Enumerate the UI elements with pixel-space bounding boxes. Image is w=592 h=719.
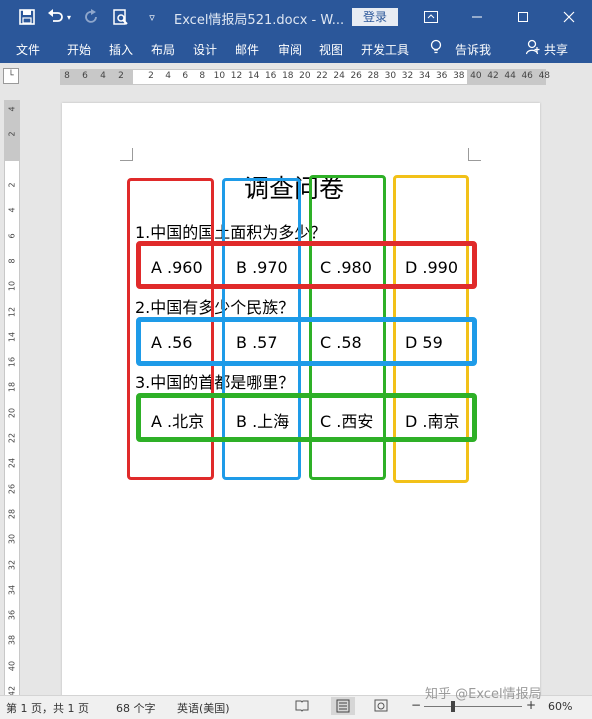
ruler-tick-label: 34 [418,71,431,81]
ruler-tick-label: 4 [7,207,17,213]
ruler-tick-label: 2 [118,71,124,81]
document-content[interactable]: 调查问卷 1.中国的国土面积为多少？ A .960 B .970 C .980 … [62,103,540,703]
ruler-tick-label: 12 [7,306,17,317]
tab-developer[interactable]: 开发工具 [361,41,409,58]
ruler-tick-label: 36 [435,71,448,81]
document-page[interactable]: 调查问卷 1.中国的国土面积为多少？ A .960 B .970 C .980 … [62,103,540,703]
ruler-tick-label: 14 [247,71,260,81]
ruler-tick-label: 4 [7,106,17,112]
document-title: Excel情报局521.docx - W... [174,13,345,28]
share-button[interactable]: 共享 [544,41,568,58]
ruler-tick-label: 20 [7,407,17,418]
ruler-tick-label: 30 [7,534,17,545]
ruler-tick-label: 46 [521,71,533,81]
tab-review[interactable]: 审阅 [278,41,302,58]
horizontal-ruler[interactable]: 8 6 4 2 2 4 6 8 10 12 14 16 18 20 22 24 26 28 30 32 34 36 38 40… [60,69,550,85]
ruler-tick-label: 14 [7,331,17,342]
zoom-out-icon[interactable]: − [411,698,421,712]
ruler-tick-label: 48 [538,71,551,81]
zoom-slider-track[interactable] [424,701,522,712]
undo-dropdown-icon[interactable]: ▾ [64,7,74,27]
customize-toolbar-icon[interactable]: ▿ [142,7,162,27]
ruler-tick-label: 34 [7,584,17,595]
maximize-icon[interactable] [511,6,535,28]
ruler-tick-label: 24 [7,458,17,469]
ruler-tick-label: 10 [213,71,226,81]
ruler-tick-label: 28 [7,508,17,519]
ruler-tick-label: 2 [148,71,154,81]
ruler-tick-label: 42 [487,71,499,81]
ruler-tick-label: 32 [7,559,17,570]
vertical-ruler[interactable]: 4 2 2 4 6 8 10 12 14 16 18 20 22 24 26 28 30 32 34 36 38 40 42 [4,100,20,696]
ruler-tick-label: 4 [100,71,106,81]
ruler-tick-label: 2 [7,182,17,188]
ruler-tick-label: 2 [7,131,17,137]
row-1-highlight-box [136,241,477,289]
ruler-tick-label: 26 [350,71,362,81]
tab-insert[interactable]: 插入 [109,41,133,58]
ruler-tick-label: 40 [470,71,482,81]
print-layout-icon[interactable] [331,697,355,715]
watermark: 知乎 @Excel情报局 [425,687,542,702]
ruler-tick-label: 32 [401,71,414,81]
tab-view[interactable]: 视图 [319,41,343,58]
web-layout-icon[interactable] [374,699,388,715]
login-button[interactable]: 登录 [352,8,398,26]
print-preview-icon[interactable] [111,7,131,27]
word-count[interactable]: 68 个字 [116,700,156,716]
zoom-slider-thumb[interactable] [451,701,456,712]
ruler-tick-label: 6 [7,233,17,239]
title-bar: ▾ ▿ Excel情报局521.docx - W... 登录 [0,0,592,34]
tab-layout[interactable]: 布局 [151,41,175,58]
ribbon-tabs: 文件 开始 插入 布局 设计 邮件 审阅 视图 开发工具 告诉我 共享 [0,34,592,63]
ruler-tick-label: 28 [367,71,380,81]
ruler-bar: └ 8 6 4 2 2 4 6 8 10 12 14 16 18 20 22 24 26 28 30 32 34 36 38… [0,63,592,89]
ruler-tick-label: 24 [333,71,345,81]
close-icon[interactable] [557,6,581,28]
ruler-tick-label: 20 [299,71,311,81]
tab-design[interactable]: 设计 [193,41,217,58]
user-icon[interactable] [525,39,540,58]
ruler-tick-label: 30 [384,71,397,81]
ruler-tick-label: 6 [182,71,189,81]
row-2-highlight-box [136,317,477,366]
lightbulb-icon[interactable] [430,39,442,58]
ruler-tick-label: 40 [7,660,17,671]
ruler-tick-label: 8 [64,71,70,81]
ruler-tick-label: 8 [7,258,17,264]
redo-icon[interactable] [82,7,102,27]
minimize-icon[interactable] [465,6,489,28]
ruler-tick-label: 38 [453,71,465,81]
tab-file[interactable]: 文件 [16,41,40,58]
undo-icon[interactable] [46,7,66,27]
ruler-tick-label: 18 [7,382,17,393]
ruler-tick-label: 38 [7,635,17,646]
ruler-tick-label: 22 [7,432,17,444]
ruler-tick-label: 18 [282,71,294,81]
save-icon[interactable] [17,7,37,27]
ruler-tick-label: 6 [82,71,88,81]
ruler-tick-label: 12 [230,71,243,81]
ruler-tick-label: 16 [264,71,277,81]
ruler-tick-label: 44 [504,71,516,81]
language-indicator[interactable]: 英语(美国) [177,700,230,716]
tab-home[interactable]: 开始 [67,41,91,58]
tell-me-search[interactable]: 告诉我 [455,41,491,58]
ruler-tick-label: 8 [199,71,206,81]
ruler-tick-label: 16 [7,357,17,368]
zoom-level[interactable]: 60% [548,700,572,713]
ruler-tick-label: 26 [7,483,17,494]
page-count[interactable]: 第 1 页，共 1 页 [6,700,89,716]
tab-selector-icon[interactable]: └ [3,68,19,84]
row-3-highlight-box [136,393,477,442]
ruler-tick-label: 4 [165,71,171,81]
tab-mailings[interactable]: 邮件 [235,41,259,58]
read-mode-icon[interactable] [295,699,309,715]
ruler-tick-label: 36 [7,610,17,621]
ruler-tick-label: 22 [316,71,328,81]
ribbon-display-icon[interactable] [419,6,443,28]
ruler-tick-label: 10 [7,281,17,292]
